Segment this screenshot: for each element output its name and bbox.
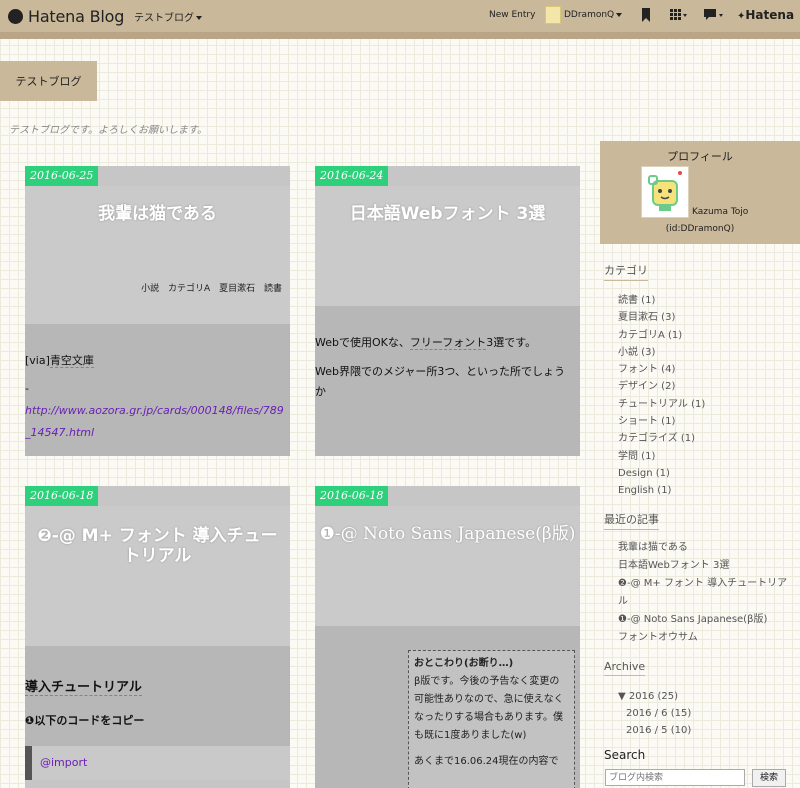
paragraph-text: Webで使用OKな、 xyxy=(315,336,410,349)
category-link[interactable]: カテゴリA xyxy=(168,284,210,294)
category-list: 読書 (1) 夏目漱石 (3) カテゴリA (1) 小説 (3) フォント (4… xyxy=(618,292,705,500)
sidebar-category-item[interactable]: デザイン (2) xyxy=(618,378,705,395)
archive-month-link[interactable]: 2016 / 5 (10) xyxy=(626,722,691,739)
blog-title[interactable]: テストブログ xyxy=(0,61,97,101)
entry-card[interactable]: 2016-06-25 我輩は猫である 小説 カテゴリA 夏目漱石 読書 [via… xyxy=(25,166,290,456)
blog-description: テストブログです。よろしくお願いします。 xyxy=(9,125,207,136)
recent-entry-link[interactable]: 我輩は猫である xyxy=(618,539,793,557)
entry-paragraph: Web界隈でのメジャー所3つ、といった所でしょうか xyxy=(315,365,565,398)
sidebar-category-item[interactable]: ショート (1) xyxy=(618,413,705,430)
free-font-link[interactable]: フリーフォント xyxy=(409,336,487,350)
hatena-blog-logo-text: Hatena Blog xyxy=(28,6,125,26)
sidebar-category-item[interactable]: カテゴライズ (1) xyxy=(618,430,705,447)
entry-card[interactable]: 2016-06-18 ❶-@ Noto Sans Japanese(β版) おと… xyxy=(315,486,580,788)
archive-heading: Archive xyxy=(604,660,646,676)
archive-month-link[interactable]: 2016 / 6 (15) xyxy=(626,705,691,722)
entry-title[interactable]: ❶-@ Noto Sans Japanese(β版) xyxy=(315,524,580,544)
via-link[interactable]: 青空文庫 xyxy=(49,354,94,368)
profile-avatar[interactable] xyxy=(641,166,689,218)
sidebar-category-item[interactable]: English (1) xyxy=(618,482,705,499)
note-title: おとこわり(お断り…) xyxy=(414,658,514,669)
user-avatar xyxy=(545,6,561,24)
entry-title-line: トリアル xyxy=(123,546,192,566)
paragraph-text: 3選です。 xyxy=(486,336,537,349)
entry-date[interactable]: 2016-06-25 xyxy=(25,166,99,186)
entry-card[interactable]: 2016-06-24 日本語Webフォント 3選 Webで使用OKな、フリーフォ… xyxy=(315,166,580,456)
blog-switcher-label: テストブログ xyxy=(134,13,194,24)
entry-body: おとこわり(お断り…) β版です。今後の予告なく変更の可能性ありなので、急に使え… xyxy=(315,626,580,788)
profile-id[interactable]: (id:DDramonQ) xyxy=(600,224,800,234)
entry-title-line: ❷-@ M+ フォント 導入チュー xyxy=(37,526,278,546)
category-link[interactable]: 夏目漱石 xyxy=(219,284,255,294)
sidebar-category-item[interactable]: チュートリアル (1) xyxy=(618,396,705,413)
entry-title[interactable]: 我輩は猫である xyxy=(25,204,290,224)
via-line: [via]青空文庫 xyxy=(25,352,94,368)
aozora-url-link[interactable]: http://www.aozora.gr.jp/cards/000148/fil… xyxy=(25,400,287,444)
via-prefix: [via] xyxy=(25,354,50,367)
bookmark-icon[interactable] xyxy=(641,8,651,22)
code-block: @import xyxy=(25,746,290,780)
new-entry-link[interactable]: New Entry xyxy=(489,10,535,20)
notifications-comment-icon[interactable] xyxy=(704,8,724,22)
user-name: DDramonQ xyxy=(564,10,615,20)
entry-date[interactable]: 2016-06-18 xyxy=(25,486,99,506)
entry-title[interactable]: 日本語Webフォント 3選 xyxy=(315,204,580,224)
sidebar-category-item[interactable]: フォント (4) xyxy=(618,361,705,378)
chevron-down-icon xyxy=(616,13,623,17)
dash-separator: - xyxy=(25,382,29,395)
entry-body: [via]青空文庫 - http://www.aozora.gr.jp/card… xyxy=(25,324,290,456)
recent-entry-link[interactable]: フォントオウサム xyxy=(618,629,793,647)
category-heading: カテゴリ xyxy=(604,262,648,281)
sidebar-category-item[interactable]: 小説 (3) xyxy=(618,344,705,361)
sidebar-category-item[interactable]: 読書 (1) xyxy=(618,292,705,309)
sidebar-category-item[interactable]: カテゴリA (1) xyxy=(618,327,705,344)
blog-title-text: テストブログ xyxy=(15,75,82,88)
profile-name[interactable]: Kazuma Tojo xyxy=(692,207,748,217)
entry-title[interactable]: ❷-@ M+ フォント 導入チュー トリアル xyxy=(25,526,290,566)
note-box: おとこわり(お断り…) β版です。今後の予告なく変更の可能性ありなので、急に使え… xyxy=(408,650,575,788)
recent-entry-link[interactable]: ❶-@ Noto Sans Japanese(β版) xyxy=(618,611,793,629)
entry-date[interactable]: 2016-06-18 xyxy=(315,486,389,506)
hatena-home-link[interactable]: ✦Hatena xyxy=(737,8,794,22)
sidebar-category-item[interactable]: 夏目漱石 (3) xyxy=(618,309,705,326)
profile-module: プロフィール Kazuma Tojo (id:DDramonQ) xyxy=(600,141,800,244)
hatena-blog-logo[interactable]: Hatena Blog xyxy=(8,6,124,26)
profile-heading: プロフィール xyxy=(667,150,733,163)
entry-card[interactable]: 2016-06-18 ❷-@ M+ フォント 導入チュー トリアル 導入チュート… xyxy=(25,486,290,788)
recent-entries-heading: 最近の記事 xyxy=(604,511,659,530)
blog-switcher-menu[interactable]: テストブログ xyxy=(134,9,202,24)
entry-paragraph: Webで使用OKな、フリーフォント3選です。 xyxy=(315,334,573,350)
search-button[interactable]: 検索 xyxy=(752,769,786,787)
chevron-down-icon xyxy=(196,16,202,20)
entry-subheading: ❶以下のコードをコピー xyxy=(25,714,145,727)
category-link[interactable]: 読書 xyxy=(264,284,282,294)
note-body: β版です。今後の予告なく変更の可能性ありなので、急に使えなくなったりする場合もあ… xyxy=(414,676,564,741)
note-tail: あくまで16.06.24現在の内容で xyxy=(414,756,559,767)
entry-body: 導入チュートリアル ❶以下のコードをコピー xyxy=(25,646,290,746)
sidebar-category-item[interactable]: 学問 (1) xyxy=(618,448,705,465)
hatena-global-header: Hatena Blog テストブログ New Entry DDramonQ ✦H… xyxy=(0,0,800,39)
recent-entry-link[interactable]: ❷-@ M+ フォント 導入チュートリアル xyxy=(618,575,793,611)
apps-grid-icon[interactable] xyxy=(670,8,688,22)
entry-categories: 小説 カテゴリA 夏目漱石 読書 xyxy=(135,281,282,294)
search-heading: Search xyxy=(604,748,646,762)
entry-date[interactable]: 2016-06-24 xyxy=(315,166,389,186)
hatena-home-label: Hatena xyxy=(745,8,795,22)
hatena-logo-dot-icon xyxy=(8,8,23,24)
entry-heading: 導入チュートリアル xyxy=(25,676,142,696)
entry-body: Webで使用OKな、フリーフォント3選です。 Web界隈でのメジャー所3つ、とい… xyxy=(315,306,580,456)
category-link[interactable]: 小説 xyxy=(141,284,159,294)
blog-search-input[interactable] xyxy=(605,769,745,786)
recent-entries-list: 我輩は猫である 日本語Webフォント 3選 ❷-@ M+ フォント 導入チュート… xyxy=(618,539,793,647)
user-menu[interactable]: DDramonQ xyxy=(545,6,623,24)
sidebar-category-item[interactable]: Design (1) xyxy=(618,465,705,482)
robot-avatar-icon xyxy=(648,171,682,211)
recent-entry-link[interactable]: 日本語Webフォント 3選 xyxy=(618,557,793,575)
archive-year-toggle[interactable]: ▼ 2016 (25) xyxy=(618,688,678,705)
